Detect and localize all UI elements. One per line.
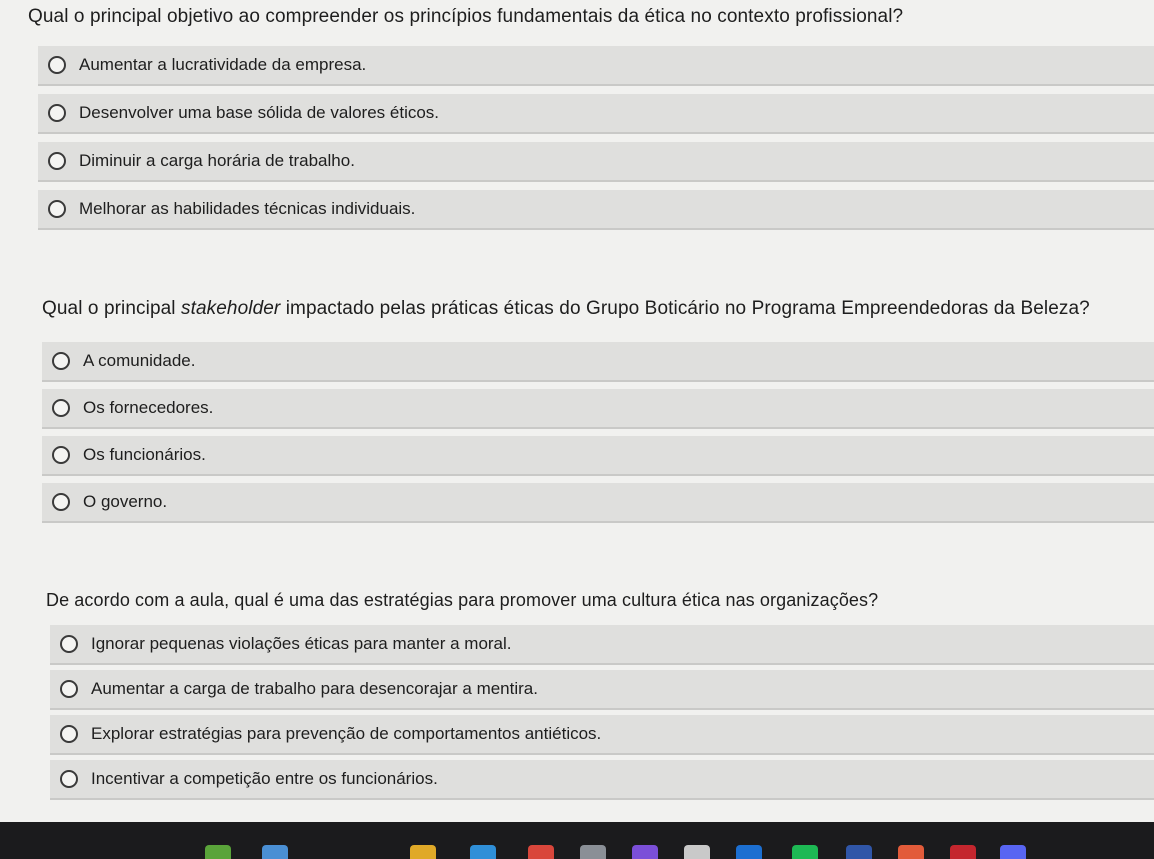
question-1-option-2[interactable]: Desenvolver uma base sólida de valores é… xyxy=(38,94,1154,134)
question-2-option-2[interactable]: Os fornecedores. xyxy=(42,389,1154,429)
question-2-title-post: impactado pelas práticas éticas do Grupo… xyxy=(280,298,1090,319)
taskbar-app-icon-4[interactable] xyxy=(528,845,554,859)
question-1-option-3[interactable]: Diminuir a carga horária de trabalho. xyxy=(38,142,1154,182)
taskbar-discord-icon[interactable] xyxy=(1000,845,1026,859)
radio-button[interactable] xyxy=(48,152,66,170)
question-3-title: De acordo com a aula, qual é uma das est… xyxy=(46,590,878,611)
taskbar-app-icon-3[interactable] xyxy=(470,845,496,859)
radio-button[interactable] xyxy=(52,399,70,417)
option-label: Os fornecedores. xyxy=(83,398,214,417)
radio-button[interactable] xyxy=(48,104,66,122)
option-label: Aumentar a lucratividade da empresa. xyxy=(79,55,367,74)
radio-button[interactable] xyxy=(60,725,78,743)
option-label: Explorar estratégias para prevenção de c… xyxy=(91,724,602,743)
taskbar-app-icon-2[interactable] xyxy=(262,845,288,859)
radio-button[interactable] xyxy=(52,493,70,511)
question-3-option-3[interactable]: Explorar estratégias para prevenção de c… xyxy=(50,715,1154,755)
radio-button[interactable] xyxy=(52,352,70,370)
taskbar-app-icon-5[interactable] xyxy=(580,845,606,859)
taskbar-app-icon-8[interactable] xyxy=(736,845,762,859)
option-label: A comunidade. xyxy=(83,351,196,370)
question-3-option-2[interactable]: Aumentar a carga de trabalho para desenc… xyxy=(50,670,1154,710)
taskbar-spotify-icon[interactable] xyxy=(792,845,818,859)
taskbar-app-icon-10[interactable] xyxy=(898,845,924,859)
option-label: Desenvolver uma base sólida de valores é… xyxy=(79,103,440,122)
radio-button[interactable] xyxy=(52,446,70,464)
option-label: Melhorar as habilidades técnicas individ… xyxy=(79,199,416,218)
taskbar xyxy=(0,822,1154,859)
question-2-option-3[interactable]: Os funcionários. xyxy=(42,436,1154,476)
radio-button[interactable] xyxy=(60,770,78,788)
question-2-option-1[interactable]: A comunidade. xyxy=(42,342,1154,382)
taskbar-app-icon-6[interactable] xyxy=(632,845,658,859)
question-3-option-1[interactable]: Ignorar pequenas violações éticas para m… xyxy=(50,625,1154,665)
taskbar-app-icon-1[interactable] xyxy=(205,845,231,859)
radio-button[interactable] xyxy=(48,200,66,218)
question-1-title-text: Qual o principal objetivo ao compreender… xyxy=(28,6,904,27)
option-label: O governo. xyxy=(83,492,168,511)
question-2-title: Qual o principal stakeholder impactado p… xyxy=(42,298,1090,320)
option-label: Aumentar a carga de trabalho para desenc… xyxy=(91,679,538,698)
taskbar-app-icon-11[interactable] xyxy=(950,845,976,859)
option-label: Os funcionários. xyxy=(83,445,206,464)
taskbar-app-icon-7[interactable] xyxy=(684,845,710,859)
question-2-title-emphasis: stakeholder xyxy=(181,298,281,319)
taskbar-folder-icon[interactable] xyxy=(410,845,436,859)
question-2-title-pre: Qual o principal xyxy=(42,298,181,319)
radio-button[interactable] xyxy=(48,56,66,74)
option-label: Diminuir a carga horária de trabalho. xyxy=(79,151,355,170)
taskbar-app-icon-9[interactable] xyxy=(846,845,872,859)
radio-button[interactable] xyxy=(60,680,78,698)
question-2-option-4[interactable]: O governo. xyxy=(42,483,1154,523)
question-3-option-4[interactable]: Incentivar a competição entre os funcion… xyxy=(50,760,1154,800)
option-label: Ignorar pequenas violações éticas para m… xyxy=(91,634,512,653)
question-1-option-1[interactable]: Aumentar a lucratividade da empresa. xyxy=(38,46,1154,86)
question-1-option-4[interactable]: Melhorar as habilidades técnicas individ… xyxy=(38,190,1154,230)
question-1-title: Qual o principal objetivo ao compreender… xyxy=(28,6,903,28)
question-3-title-text: De acordo com a aula, qual é uma das est… xyxy=(46,590,879,610)
radio-button[interactable] xyxy=(60,635,78,653)
option-label: Incentivar a competição entre os funcion… xyxy=(91,769,438,788)
